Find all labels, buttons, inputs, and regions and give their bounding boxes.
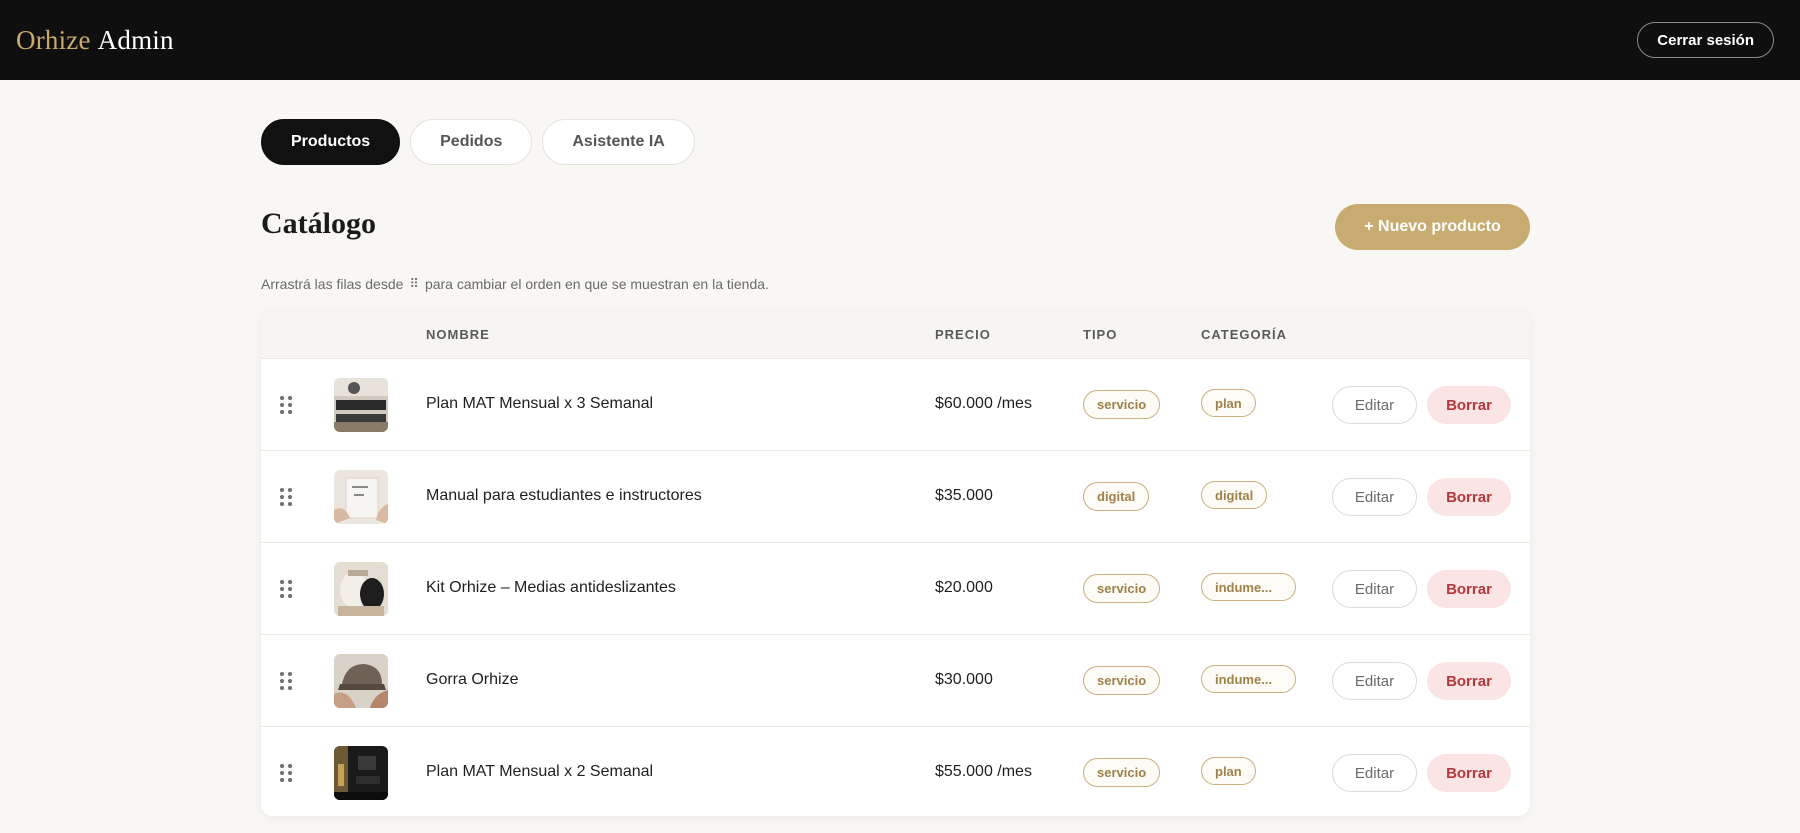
table-row: Gorra Orhize $30.000 servicio indume... … [261, 635, 1530, 727]
category-badge: indume... [1201, 573, 1296, 601]
column-header-name: Nombre [426, 327, 490, 342]
product-name: Gorra Orhize [426, 671, 519, 688]
type-badge: digital [1083, 482, 1150, 511]
type-badge: servicio [1083, 666, 1161, 695]
column-header-price: Precio [935, 327, 991, 342]
tab-asistente-ia[interactable]: Asistente IA [542, 119, 695, 165]
new-product-button[interactable]: + Nuevo producto [1335, 204, 1530, 250]
brand-primary: Orhize [16, 24, 91, 55]
drag-handle-icon[interactable] [280, 672, 292, 690]
reorder-hint: Arrastrá las filas desde ⠿ para cambiar … [261, 276, 769, 292]
brand-secondary: Admin [97, 24, 174, 55]
brand-logo[interactable]: Orhize Admin [16, 25, 174, 56]
type-badge: servicio [1083, 574, 1161, 603]
table-row: Plan MAT Mensual x 2 Semanal $55.000 /me… [261, 727, 1530, 816]
tab-pedidos[interactable]: Pedidos [410, 119, 533, 165]
page-title: Catálogo [261, 207, 376, 240]
logout-button[interactable]: Cerrar sesión [1637, 22, 1774, 58]
product-name: Manual para estudiantes e instructores [426, 487, 702, 504]
drag-handle-icon[interactable] [280, 764, 292, 782]
drag-handle-icon[interactable] [280, 396, 292, 414]
type-badge: servicio [1083, 390, 1161, 419]
products-table: Nombre Precio Tipo Categoría Plan MAT Me… [261, 310, 1530, 816]
delete-button[interactable]: Borrar [1427, 386, 1511, 424]
type-badge: servicio [1083, 758, 1161, 787]
category-badge: plan [1201, 757, 1256, 785]
product-thumbnail [334, 378, 388, 432]
product-name: Plan MAT Mensual x 2 Semanal [426, 763, 654, 780]
product-thumbnail [334, 470, 388, 524]
delete-button[interactable]: Borrar [1427, 478, 1511, 516]
edit-button[interactable]: Editar [1332, 478, 1417, 516]
section-tabs: Productos Pedidos Asistente IA [261, 119, 695, 165]
edit-button[interactable]: Editar [1332, 570, 1417, 608]
table-row: Kit Orhize – Medias antideslizantes $20.… [261, 543, 1530, 635]
delete-button[interactable]: Borrar [1427, 754, 1511, 792]
edit-button[interactable]: Editar [1332, 662, 1417, 700]
product-name: Plan MAT Mensual x 3 Semanal [426, 395, 654, 412]
product-price: $20.000 [935, 579, 993, 596]
drag-handle-icon: ⠿ [409, 276, 419, 291]
product-thumbnail [334, 746, 388, 800]
tab-productos[interactable]: Productos [261, 119, 401, 165]
table-row: Plan MAT Mensual x 3 Semanal $60.000 /me… [261, 359, 1530, 451]
drag-handle-icon[interactable] [280, 580, 292, 598]
category-badge: digital [1201, 481, 1268, 509]
top-bar: Orhize Admin Cerrar sesión [0, 0, 1800, 80]
delete-button[interactable]: Borrar [1427, 570, 1511, 608]
product-price: $60.000 /mes [935, 395, 1032, 412]
edit-button[interactable]: Editar [1332, 754, 1417, 792]
column-header-type: Tipo [1083, 327, 1118, 342]
category-badge: plan [1201, 389, 1256, 417]
product-price: $30.000 [935, 671, 993, 688]
column-header-category: Categoría [1201, 327, 1288, 342]
product-price: $35.000 [935, 487, 993, 504]
edit-button[interactable]: Editar [1332, 386, 1417, 424]
product-name: Kit Orhize – Medias antideslizantes [426, 579, 676, 596]
table-row: Manual para estudiantes e instructores $… [261, 451, 1530, 543]
drag-handle-icon[interactable] [280, 488, 292, 506]
table-header: Nombre Precio Tipo Categoría [261, 310, 1530, 359]
product-thumbnail [334, 654, 388, 708]
product-thumbnail [334, 562, 388, 616]
category-badge: indume... [1201, 665, 1296, 693]
delete-button[interactable]: Borrar [1427, 662, 1511, 700]
product-price: $55.000 /mes [935, 763, 1032, 780]
hint-text-after: para cambiar el orden en que se muestran… [424, 276, 769, 292]
hint-text-before: Arrastrá las filas desde [261, 276, 404, 292]
